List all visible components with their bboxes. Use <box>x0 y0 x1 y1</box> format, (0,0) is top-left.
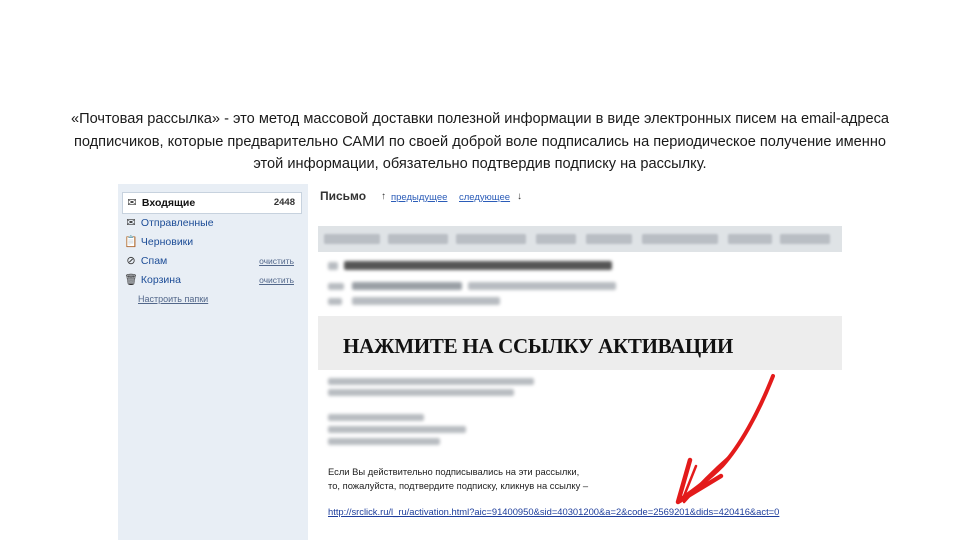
red-arrow-annotation <box>675 374 775 505</box>
caption-line-3: этой информации, обязательно подтвердив … <box>253 156 707 172</box>
caption-line-1: «Почтовая рассылка» - это метод массовой… <box>70 111 890 127</box>
mail-screenshot: ✉ Входящие 2448 ✉ Отправленные 📋 Чернови… <box>118 184 842 540</box>
caption-line-2: подписчиков, которые предварительно САМИ… <box>73 133 887 150</box>
caption: «Почтовая рассылка» - это метод массовой… <box>8 108 952 176</box>
arrow-shaft <box>678 374 775 502</box>
